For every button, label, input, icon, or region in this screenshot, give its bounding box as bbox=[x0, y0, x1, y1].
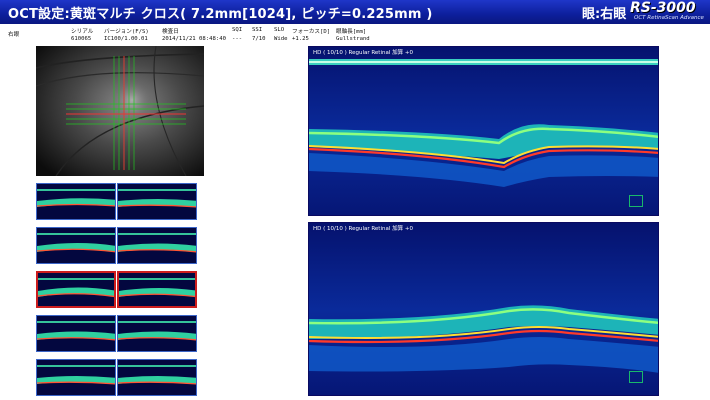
fundus-svg bbox=[36, 46, 204, 176]
scan-thumbnail-selected[interactable] bbox=[117, 271, 197, 308]
scan-thumbnail[interactable] bbox=[36, 183, 116, 220]
info-eye: 右眼 bbox=[8, 32, 20, 38]
scan-thumbnail[interactable] bbox=[117, 227, 197, 264]
scan-position-marker[interactable] bbox=[629, 195, 643, 207]
bscan-image bbox=[309, 47, 658, 215]
bscan-image bbox=[309, 223, 658, 395]
logo-sub: OCT RetinaScan Advance bbox=[634, 15, 704, 21]
info-slo-value: Wide bbox=[274, 36, 288, 42]
scan-position-marker[interactable] bbox=[629, 371, 643, 383]
title-bar: OCT設定:黄斑マルチ クロス( 7.2mm[1024], ピッチ=0.225m… bbox=[0, 0, 710, 24]
info-axial-value: Gullstrand bbox=[336, 36, 370, 42]
info-date-label: 検査日 bbox=[162, 29, 179, 35]
bscan-vertical[interactable]: HD ( 10/10 ) Regular Retinal 加算 +0 bbox=[308, 222, 659, 396]
rs3000-logo: RS-3000 OCT RetinaScan Advance bbox=[624, 0, 706, 23]
scan-thumbnail[interactable] bbox=[36, 315, 116, 352]
info-version-label: バージョン(F/S) bbox=[104, 29, 149, 35]
bscan-horizontal[interactable]: HD ( 10/10 ) Regular Retinal 加算 +0 bbox=[308, 46, 659, 216]
exam-info-strip: 右眼 シリアル 610065 バージョン(F/S) IC100/1.00.01 … bbox=[0, 26, 460, 46]
info-focus-label: フォーカス[D] bbox=[292, 29, 331, 35]
logo-main: RS-3000 bbox=[630, 0, 696, 16]
fundus-slo-image[interactable] bbox=[36, 46, 204, 176]
oct-report-screen: OCT設定:黄斑マルチ クロス( 7.2mm[1024], ピッチ=0.225m… bbox=[0, 0, 710, 400]
info-serial-label: シリアル bbox=[71, 29, 94, 35]
scan-thumbnail[interactable] bbox=[117, 315, 197, 352]
info-focus-value: +1.25 bbox=[292, 36, 309, 42]
bscan-bottom-label: HD ( 10/10 ) Regular Retinal 加算 +0 bbox=[313, 226, 413, 232]
scan-thumbnail[interactable] bbox=[36, 227, 116, 264]
info-sqi-value: --- bbox=[232, 36, 243, 42]
scan-thumbnail[interactable] bbox=[36, 359, 116, 396]
eye-indicator: 眼:右眼 bbox=[582, 7, 627, 22]
info-ssi-value: 7/10 bbox=[252, 36, 266, 42]
info-date-value: 2014/11/21 08:48:40 bbox=[162, 36, 226, 42]
info-ssi-label: SSI bbox=[252, 27, 263, 33]
info-sqi-label: SQI bbox=[232, 27, 243, 33]
report-title: OCT設定:黄斑マルチ クロス( 7.2mm[1024], ピッチ=0.225m… bbox=[8, 7, 433, 22]
info-version-value: IC100/1.00.01 bbox=[104, 36, 148, 42]
info-serial-value: 610065 bbox=[71, 36, 92, 42]
scan-thumbnail[interactable] bbox=[117, 359, 197, 396]
bscan-top-label: HD ( 10/10 ) Regular Retinal 加算 +0 bbox=[313, 50, 413, 56]
info-slo-label: SLO bbox=[274, 27, 285, 33]
scan-thumbnail-selected[interactable] bbox=[36, 271, 116, 308]
info-axial-label: 眼軸長[mm] bbox=[336, 29, 367, 35]
scan-thumbnail[interactable] bbox=[117, 183, 197, 220]
